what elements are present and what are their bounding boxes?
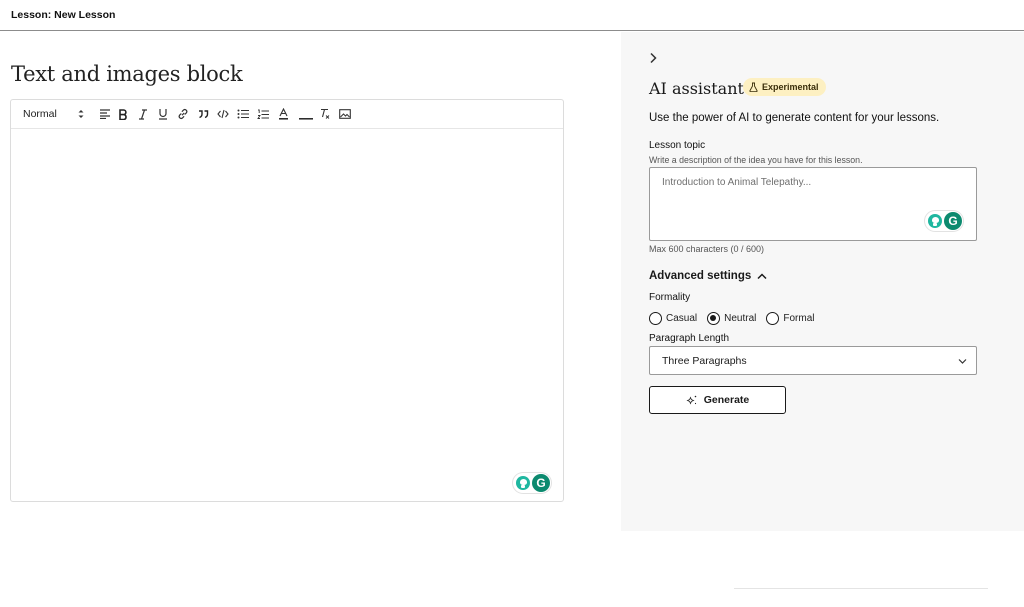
chevron-up-icon bbox=[757, 272, 767, 279]
ai-assistant-panel: AI assistant Experimental Use the power … bbox=[621, 32, 1024, 531]
italic-icon bbox=[139, 108, 147, 120]
rich-text-editor[interactable]: Normal G bbox=[10, 99, 564, 502]
assistant-intro: Use the power of AI to generate content … bbox=[649, 112, 940, 124]
link-icon bbox=[178, 109, 188, 119]
paragraph-length-value: Three Paragraphs bbox=[662, 355, 747, 367]
radio-formal[interactable] bbox=[766, 311, 780, 325]
experimental-badge: Experimental bbox=[743, 78, 826, 96]
generate-label: Generate bbox=[703, 394, 750, 406]
sparkle-icon bbox=[686, 395, 697, 405]
code-icon bbox=[217, 109, 229, 119]
lesson-topic-hint: Write a description of the idea you have… bbox=[649, 155, 863, 165]
formality-option-formal[interactable]: Formal bbox=[766, 311, 815, 325]
formality-label: Formality bbox=[649, 292, 691, 303]
block-title: Text and images block bbox=[11, 62, 243, 86]
paragraph-length-select[interactable]: Three Paragraphs bbox=[649, 346, 977, 375]
divider bbox=[734, 588, 988, 589]
generate-button[interactable]: Generate bbox=[649, 386, 786, 414]
ai-assistant-title: AI assistant bbox=[649, 79, 744, 98]
lesson-topic-label: Lesson topic bbox=[649, 140, 706, 151]
background-color-button[interactable] bbox=[295, 106, 317, 122]
formality-radio-group: Casual Neutral Formal bbox=[649, 311, 825, 325]
advanced-settings-toggle[interactable]: Advanced settings bbox=[649, 270, 767, 282]
align-icon bbox=[100, 109, 110, 119]
grammarly-icon: G bbox=[532, 474, 550, 492]
ordered-list-button[interactable] bbox=[255, 106, 271, 122]
lesson-topic-input[interactable]: Introduction to Animal Telepathy... G bbox=[649, 167, 977, 241]
underline-button[interactable] bbox=[155, 106, 171, 122]
clear-format-button[interactable] bbox=[317, 106, 333, 122]
text-style-value: Normal bbox=[23, 108, 57, 120]
radio-neutral[interactable] bbox=[707, 311, 721, 325]
paragraph-length-label: Paragraph Length bbox=[649, 333, 730, 344]
select-arrows-icon bbox=[78, 110, 84, 118]
bold-icon bbox=[119, 108, 127, 120]
clear-format-icon bbox=[321, 108, 330, 119]
text-color-button[interactable] bbox=[275, 106, 291, 122]
blockquote-button[interactable] bbox=[195, 106, 211, 122]
underline-icon bbox=[159, 109, 167, 120]
image-icon bbox=[339, 109, 351, 119]
advanced-settings-label: Advanced settings bbox=[649, 270, 752, 282]
link-button[interactable] bbox=[175, 106, 191, 122]
align-button[interactable] bbox=[97, 106, 113, 122]
radio-casual-label: Casual bbox=[666, 312, 698, 324]
lesson-title: Lesson: New Lesson bbox=[11, 9, 116, 21]
bullet-list-button[interactable] bbox=[235, 106, 251, 122]
formality-option-neutral[interactable]: Neutral bbox=[707, 311, 757, 325]
image-button[interactable] bbox=[337, 106, 353, 122]
italic-button[interactable] bbox=[135, 106, 151, 122]
grammarly-icon: G bbox=[944, 212, 962, 230]
grammarly-widget[interactable]: G bbox=[925, 211, 963, 231]
background-color-icon bbox=[299, 118, 313, 120]
radio-neutral-label: Neutral bbox=[724, 312, 757, 324]
editor-toolbar: Normal bbox=[11, 100, 563, 129]
code-button[interactable] bbox=[215, 106, 231, 122]
main-content: Text and images block Normal G bbox=[0, 32, 620, 607]
text-color-icon bbox=[278, 108, 288, 120]
radio-formal-label: Formal bbox=[783, 312, 815, 324]
top-bar: Lesson: New Lesson bbox=[0, 0, 1024, 31]
flask-icon bbox=[749, 82, 758, 92]
bullet-list-icon bbox=[237, 109, 249, 119]
lightbulb-icon bbox=[928, 214, 942, 228]
badge-label: Experimental bbox=[762, 82, 819, 92]
quote-icon bbox=[198, 109, 208, 118]
formality-option-casual[interactable]: Casual bbox=[649, 311, 698, 325]
lesson-topic-placeholder: Introduction to Animal Telepathy... bbox=[662, 177, 812, 188]
ordered-list-icon bbox=[257, 109, 269, 119]
grammarly-widget[interactable]: G bbox=[513, 473, 551, 493]
chevron-down-icon bbox=[958, 359, 967, 364]
chevron-right-icon[interactable] bbox=[648, 52, 658, 64]
bold-button[interactable] bbox=[115, 106, 131, 122]
character-counter: Max 600 characters (0 / 600) bbox=[649, 244, 765, 254]
lightbulb-icon bbox=[516, 476, 530, 490]
radio-casual[interactable] bbox=[649, 311, 662, 325]
text-style-select[interactable]: Normal bbox=[23, 107, 85, 122]
